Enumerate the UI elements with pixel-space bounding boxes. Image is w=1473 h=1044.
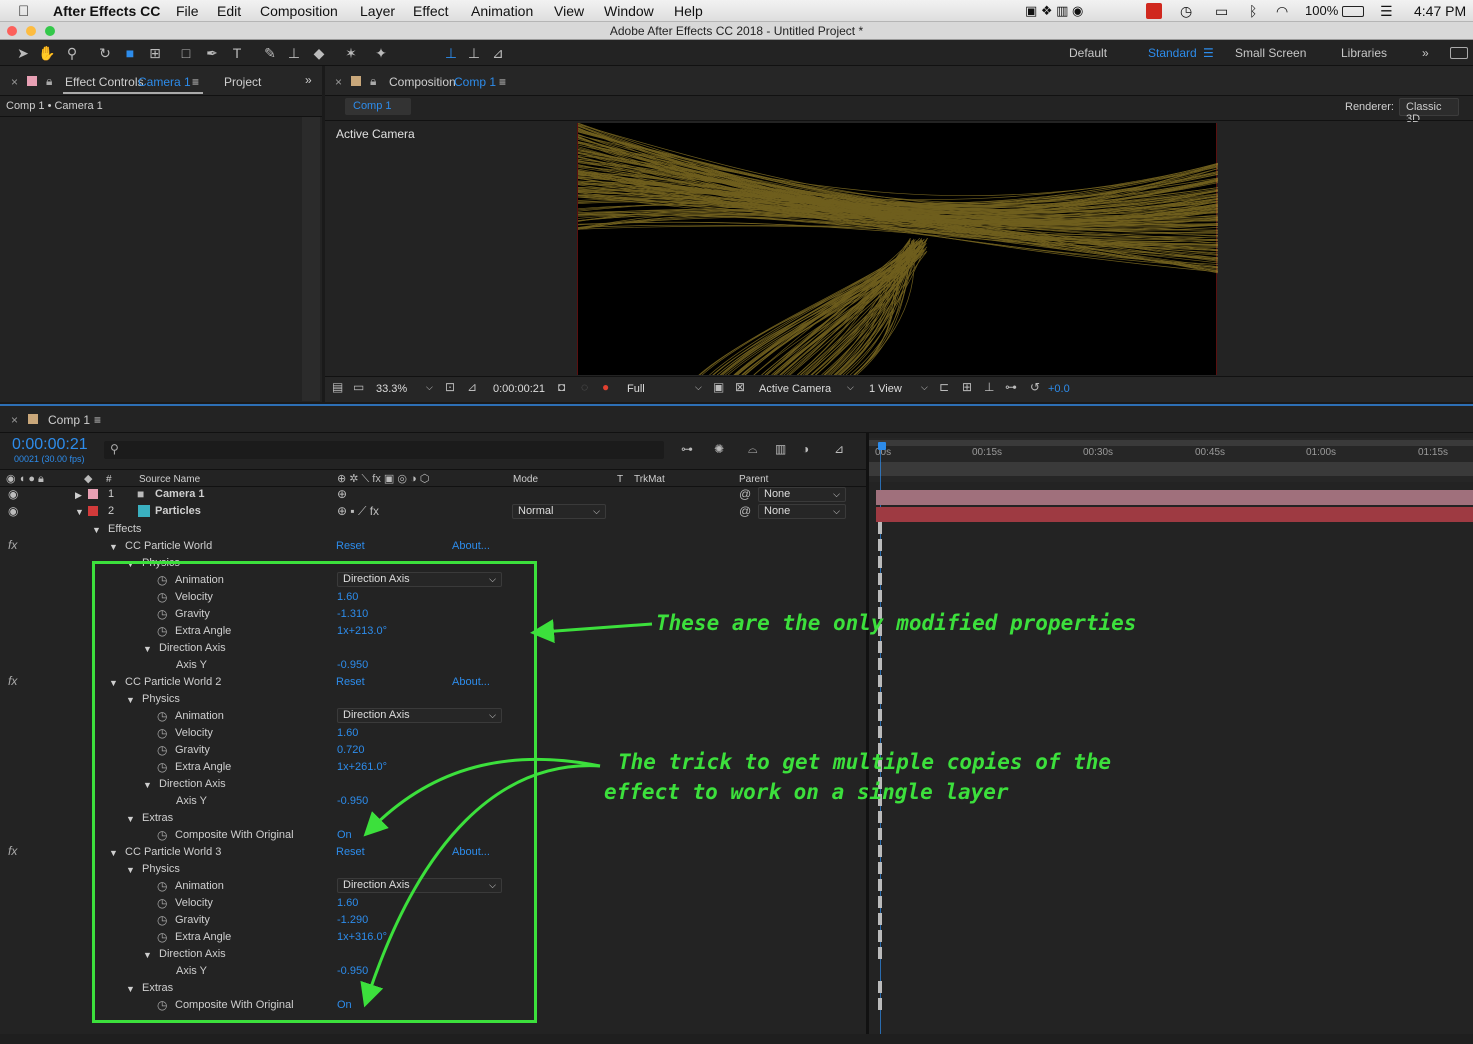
annotation-trick-line2: effect to work on a single layer	[604, 780, 1009, 804]
annotation-arrows	[360, 619, 653, 1008]
annotation-modified-properties: These are the only modified properties	[656, 611, 1137, 635]
annotation-trick-line1: The trick to get multiple copies of the	[618, 750, 1112, 774]
